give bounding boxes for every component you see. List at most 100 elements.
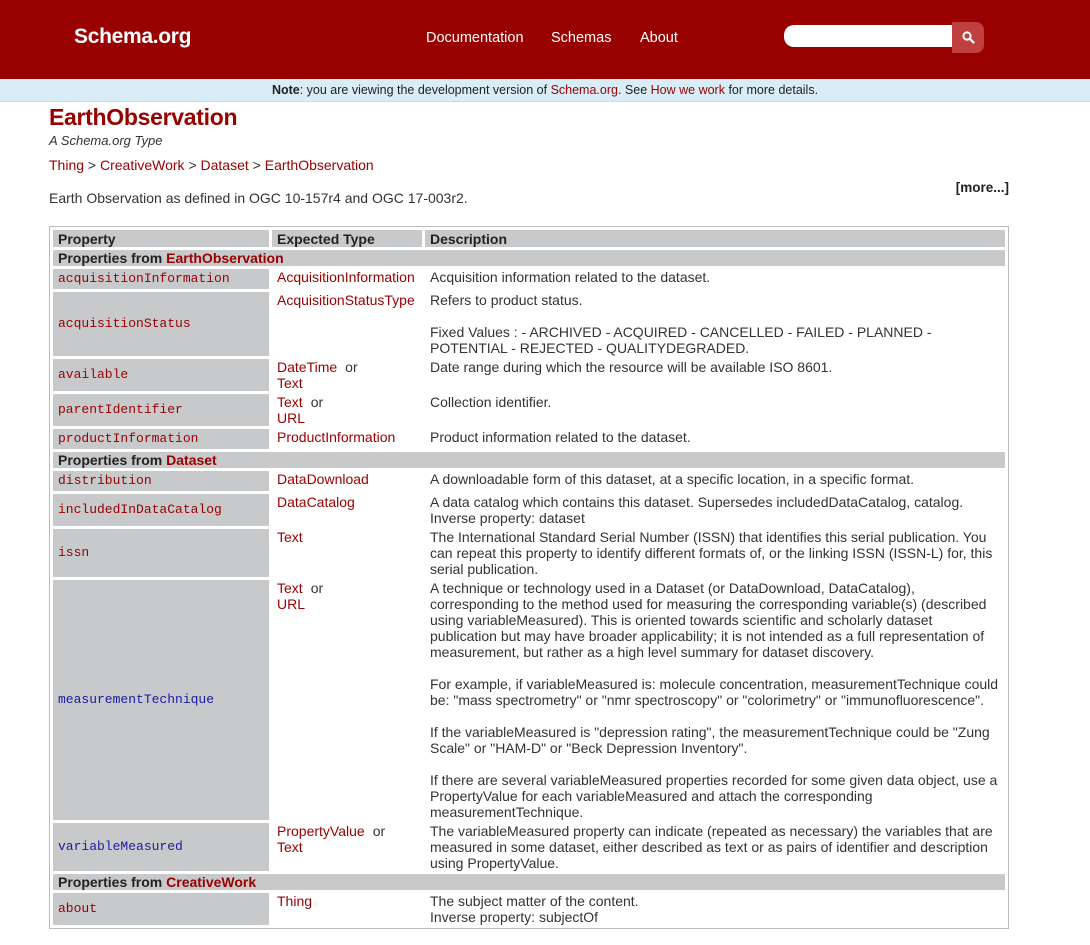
- schema-org-link[interactable]: Schema.org: [551, 83, 618, 97]
- type-link[interactable]: Text: [277, 394, 303, 410]
- table-row: includedInDataCatalog DataCatalog A data c…: [53, 494, 1005, 526]
- note-text: . See: [617, 83, 651, 97]
- property-name-cell: includedInDataCatalog: [53, 494, 269, 526]
- description-text: Fixed Values : - ARCHIVED - ACQUIRED - C…: [430, 324, 932, 356]
- property-link[interactable]: parentIdentifier: [58, 402, 183, 417]
- breadcrumb-creativework[interactable]: CreativeWork: [100, 157, 185, 173]
- or-text: or: [310, 394, 324, 410]
- property-link[interactable]: includedInDataCatalog: [58, 502, 222, 517]
- more-link[interactable]: [more...]: [956, 180, 1009, 195]
- table-row: available DateTime or Text Date range during…: [53, 359, 1005, 391]
- property-link[interactable]: productInformation: [58, 431, 198, 446]
- breadcrumb-thing[interactable]: Thing: [49, 157, 84, 173]
- type-line: ProductInformation: [277, 429, 417, 445]
- table-row: measurementTechnique Text or URL A technique…: [53, 580, 1005, 820]
- nav-about[interactable]: About: [640, 30, 678, 46]
- property-link[interactable]: variableMeasured: [58, 839, 183, 854]
- description-text: Acquisition information related to the d…: [430, 269, 711, 285]
- type-link[interactable]: AcquisitionInformation: [277, 269, 415, 285]
- expected-type-cell: Thing: [272, 893, 422, 925]
- table-row: productInformation ProductInformation Prod…: [53, 429, 1005, 449]
- type-line: Text or: [277, 394, 417, 410]
- search-input[interactable]: [784, 25, 954, 47]
- header-property: Property: [53, 230, 269, 247]
- table-row: acquisitionInformation AcquisitionInforma…: [53, 269, 1005, 289]
- nav-schemas[interactable]: Schemas: [551, 30, 611, 46]
- type-link[interactable]: DataDownload: [277, 471, 369, 487]
- type-link[interactable]: URL: [277, 410, 305, 426]
- property-name-cell: measurementTechnique: [53, 580, 269, 820]
- description-cell: Refers to product status. Fixed Values : …: [425, 292, 1005, 356]
- type-link[interactable]: Text: [277, 375, 303, 391]
- header-description: Description: [425, 230, 1005, 247]
- or-text: or: [372, 823, 386, 839]
- description-text: A technique or technology used in a Data…: [430, 580, 987, 660]
- type-link[interactable]: AcquisitionStatusType: [277, 292, 415, 308]
- how-we-work-link[interactable]: How we work: [651, 83, 725, 97]
- site-header: Schema.org Documentation Schemas About: [0, 0, 1090, 79]
- description-cell: A technique or technology used in a Data…: [425, 580, 1005, 820]
- section-type-link[interactable]: Dataset: [166, 452, 217, 468]
- property-link[interactable]: distribution: [58, 473, 152, 488]
- property-name-cell: available: [53, 359, 269, 391]
- property-link[interactable]: available: [58, 367, 128, 382]
- type-link[interactable]: Text: [277, 529, 303, 545]
- expected-type-cell: Text or URL: [272, 394, 422, 426]
- breadcrumb-earthobservation[interactable]: EarthObservation: [265, 157, 374, 173]
- description-text: The subject matter of the content.: [430, 893, 639, 909]
- property-name-cell: acquisitionInformation: [53, 269, 269, 289]
- section-heading: Properties from Dataset: [53, 452, 1005, 468]
- type-line: Thing: [277, 893, 417, 909]
- type-link[interactable]: PropertyValue: [277, 823, 365, 839]
- property-link[interactable]: about: [58, 901, 97, 916]
- description-cell: A downloadable form of this dataset, at …: [425, 471, 1005, 491]
- search-icon: [961, 31, 975, 44]
- type-link[interactable]: Thing: [277, 893, 312, 909]
- description-cell: The variableMeasured property can indica…: [425, 823, 1005, 871]
- site-logo[interactable]: Schema.org: [74, 25, 192, 49]
- type-link[interactable]: Text: [277, 839, 303, 855]
- section-prefix: Properties from: [58, 250, 167, 266]
- description-cell: A data catalog which contains this datas…: [425, 494, 1005, 526]
- type-line: AcquisitionStatusType: [277, 292, 417, 308]
- nav-documentation[interactable]: Documentation: [426, 30, 524, 46]
- type-link[interactable]: ProductInformation: [277, 429, 395, 445]
- type-line: Text: [277, 529, 417, 545]
- description-text: Collection identifier.: [430, 394, 552, 410]
- property-link[interactable]: acquisitionStatus: [58, 316, 191, 331]
- description-cell: Date range during which the resource wil…: [425, 359, 1005, 391]
- description-text: Inverse property: dataset: [430, 510, 585, 526]
- description-cell: The International Standard Serial Number…: [425, 529, 1005, 577]
- section-type-link[interactable]: CreativeWork: [166, 874, 256, 890]
- search-button[interactable]: [952, 22, 984, 53]
- description-text: If the variableMeasured is "depression r…: [430, 724, 990, 756]
- type-link[interactable]: DateTime: [277, 359, 337, 375]
- expected-type-cell: AcquisitionStatusType: [272, 292, 422, 356]
- section-row: Properties from EarthObservation: [53, 250, 1005, 266]
- type-line: URL: [277, 596, 417, 612]
- breadcrumb-separator: >: [87, 157, 97, 173]
- table-row: distribution DataDownload A downloadable f…: [53, 471, 1005, 491]
- property-name-cell: acquisitionStatus: [53, 292, 269, 356]
- description-cell: The subject matter of the content. Invers…: [425, 893, 1005, 925]
- section-heading: Properties from EarthObservation: [53, 250, 1005, 266]
- table-row: parentIdentifier Text or URL Collection iden…: [53, 394, 1005, 426]
- property-link[interactable]: acquisitionInformation: [58, 271, 230, 286]
- property-link[interactable]: measurementTechnique: [58, 692, 214, 707]
- type-description: Earth Observation as defined in OGC 10-1…: [49, 190, 468, 206]
- section-row: Properties from Dataset: [53, 452, 1005, 468]
- breadcrumb: Thing > CreativeWork > Dataset > EarthOb…: [49, 157, 1009, 173]
- property-link[interactable]: issn: [58, 545, 89, 560]
- description-cell: Collection identifier.: [425, 394, 1005, 426]
- type-link[interactable]: Text: [277, 580, 303, 596]
- section-type-link[interactable]: EarthObservation: [166, 250, 283, 266]
- table-row: about Thing The subject matter of the cont…: [53, 893, 1005, 925]
- type-link[interactable]: DataCatalog: [277, 494, 355, 510]
- description-text: A data catalog which contains this datas…: [430, 494, 964, 510]
- breadcrumb-dataset[interactable]: Dataset: [201, 157, 249, 173]
- type-link[interactable]: URL: [277, 596, 305, 612]
- section-prefix: Properties from: [58, 452, 167, 468]
